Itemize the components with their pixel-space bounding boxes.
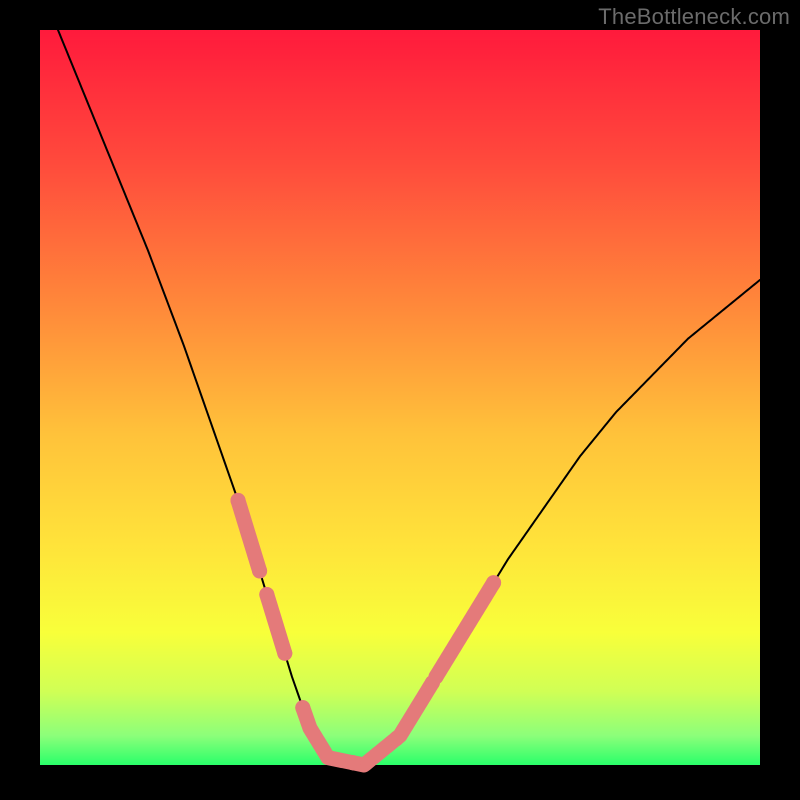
plot-background bbox=[40, 30, 760, 765]
marker-dot bbox=[277, 646, 292, 661]
chart-stage: TheBottleneck.com bbox=[0, 0, 800, 800]
watermark-text: TheBottleneck.com bbox=[598, 4, 790, 30]
chart-canvas bbox=[0, 0, 800, 800]
marker-dot bbox=[486, 575, 501, 590]
marker-dot bbox=[252, 563, 267, 578]
marker-dot bbox=[389, 731, 404, 746]
marker-dot bbox=[231, 493, 246, 508]
marker-dot bbox=[429, 669, 444, 684]
marker-dot bbox=[346, 755, 361, 770]
marker-dot bbox=[295, 700, 310, 715]
marker-dot bbox=[259, 587, 274, 602]
